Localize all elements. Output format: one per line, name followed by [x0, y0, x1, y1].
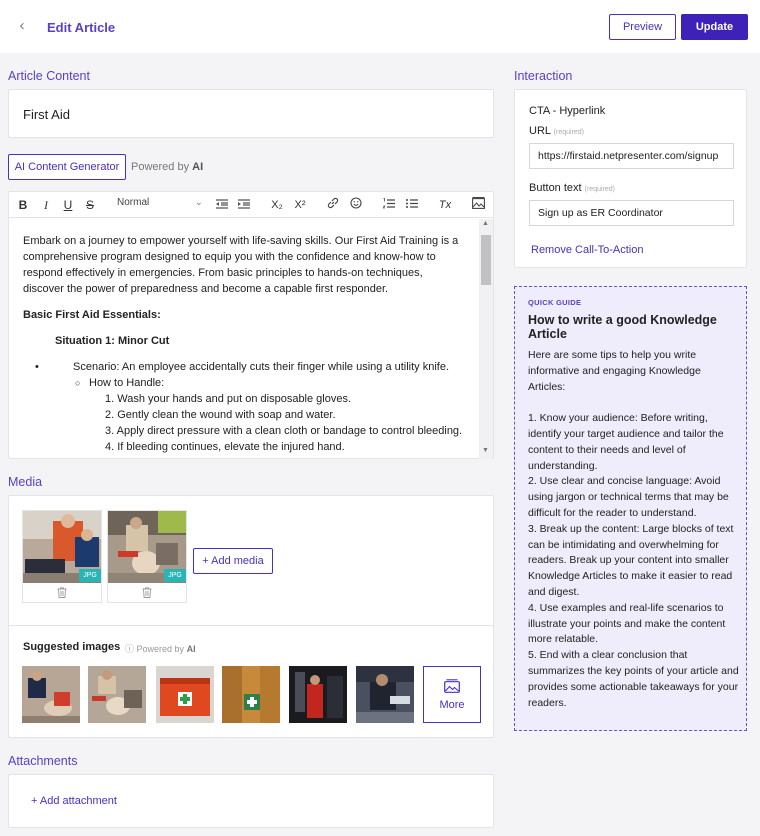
button-text-input[interactable]: Sign up as ER Coordinator	[529, 200, 734, 226]
list-item: 3. Apply direct pressure with a clean cl…	[105, 425, 463, 437]
url-input[interactable]: https://firstaid.netpresenter.com/signup	[529, 143, 734, 169]
editor-content[interactable]: Embark on a journey to empower yourself …	[9, 219, 477, 459]
media-label: Media	[8, 475, 43, 489]
article-content-label: Article Content	[8, 69, 90, 83]
interaction-label: Interaction	[514, 69, 573, 83]
more-label: More	[439, 699, 465, 711]
add-attachment-button[interactable]: + Add attachment	[31, 795, 117, 807]
jpg-badge: JPG	[79, 569, 101, 582]
editor-toolbar: B I U S Normal ⌄ X₂ X² Tx	[9, 192, 493, 218]
guide-tip: 3. Break up the content: Large blocks of…	[528, 522, 734, 598]
guide-spacer	[528, 395, 740, 411]
ai-brand: AI	[192, 161, 204, 173]
add-media-button[interactable]: + Add media	[193, 548, 273, 574]
url-label-text: URL	[529, 125, 551, 137]
guide-tip: 2. Use clear and concise language: Avoid…	[528, 475, 729, 519]
intro-paragraph: Embark on a journey to empower yourself …	[23, 235, 459, 295]
jpg-badge: JPG	[164, 569, 186, 582]
editor-scrollbar[interactable]: ▲ ▼	[479, 219, 493, 459]
guide-tip: 1. Know your audience: Before writing, i…	[528, 412, 724, 472]
list-item: 1. Wash your hands and put on disposable…	[105, 393, 352, 405]
italic-button[interactable]: I	[40, 197, 52, 213]
media-item[interactable]: JPG	[22, 510, 102, 603]
button-text-label-text: Button text	[529, 182, 582, 194]
powered-by-text: Powered by	[131, 161, 190, 173]
outdent-icon[interactable]	[215, 197, 229, 213]
content-subheading: Situation 1: Minor Cut	[55, 335, 170, 347]
emoji-icon[interactable]	[349, 197, 363, 213]
info-icon: ⓘ	[125, 644, 135, 654]
attachments-panel: + Add attachment	[8, 774, 494, 828]
attachments-label: Attachments	[8, 754, 78, 768]
scroll-down-icon[interactable]: ▼	[482, 447, 489, 454]
button-text-label: Button text (required)	[529, 182, 615, 194]
suggested-image[interactable]	[22, 666, 80, 723]
format-select[interactable]: Normal ⌄	[117, 197, 207, 213]
suggested-ai-brand: AI	[186, 644, 196, 654]
chevron-down-icon: ⌄	[194, 197, 203, 208]
more-images-button[interactable]: More	[423, 666, 481, 723]
format-select-value: Normal	[117, 197, 150, 208]
media-panel: JPG JPG + Add media Suggested images ⓘ P…	[8, 495, 494, 738]
suggested-image[interactable]	[222, 666, 280, 723]
quick-guide-eyebrow: QUICK GUIDE	[528, 298, 582, 307]
list-item: Scenario: An employee accidentally cuts …	[23, 359, 477, 375]
button-text-required-note: (required)	[584, 186, 616, 193]
article-title-value: First Aid	[23, 107, 70, 122]
ai-content-generator-button[interactable]: AI Content Generator	[8, 154, 126, 180]
suggested-image[interactable]	[88, 666, 146, 723]
guide-tip: 4. Use examples and real-life scenarios …	[528, 601, 726, 646]
strikethrough-button[interactable]: S	[84, 197, 96, 213]
suggested-image[interactable]	[356, 666, 414, 723]
trash-icon[interactable]	[142, 587, 152, 601]
list-item: 2. Gently clean the wound with soap and …	[105, 409, 336, 421]
bullet-list-icon[interactable]	[405, 197, 419, 213]
clear-format-button[interactable]: Tx	[437, 197, 453, 213]
quick-guide-title: How to write a good Knowledge Article	[528, 313, 717, 341]
preview-button[interactable]: Preview	[609, 14, 676, 40]
suggested-images-title: Suggested images	[23, 641, 121, 653]
superscript-button[interactable]: X²	[292, 197, 308, 213]
bold-button[interactable]: B	[17, 197, 29, 213]
subscript-button[interactable]: X₂	[269, 197, 285, 213]
top-bar: ‹ Edit Article Preview Update	[0, 0, 760, 53]
scroll-up-icon[interactable]: ▲	[482, 220, 489, 227]
suggested-powered-by: ⓘ Powered by AI	[125, 642, 196, 655]
suggested-powered-text: Powered by	[136, 644, 185, 654]
suggested-image[interactable]	[156, 666, 214, 723]
url-required-note: (required)	[553, 129, 585, 136]
quick-guide-body: Here are some tips to help you write inf…	[528, 348, 740, 711]
image-icon[interactable]	[471, 197, 485, 213]
remove-cta-link[interactable]: Remove Call-To-Action	[531, 244, 643, 256]
suggested-image[interactable]	[289, 666, 347, 723]
url-label: URL (required)	[529, 125, 584, 137]
underline-button[interactable]: U	[62, 197, 74, 213]
guide-tip: 5. End with a clear conclusion that summ…	[528, 649, 739, 709]
powered-by-ai: Powered by AI	[131, 161, 203, 173]
guide-intro: Here are some tips to help you write inf…	[528, 349, 701, 393]
interaction-panel: CTA - Hyperlink URL (required) https://f…	[514, 89, 747, 268]
update-button[interactable]: Update	[681, 14, 748, 40]
indent-icon[interactable]	[237, 197, 251, 213]
trash-icon[interactable]	[57, 587, 67, 601]
page-title: Edit Article	[47, 20, 116, 35]
cta-title: CTA - Hyperlink	[529, 105, 606, 117]
scrollbar-thumb[interactable]	[481, 235, 491, 285]
chevron-left-icon[interactable]: ‹	[14, 17, 30, 35]
image-gallery-icon	[444, 679, 460, 693]
divider	[9, 625, 493, 626]
media-item[interactable]: JPG	[107, 510, 187, 603]
link-icon[interactable]	[326, 197, 340, 213]
list-item: 4. If bleeding continues, elevate the in…	[105, 441, 345, 453]
list-item: How to Handle:	[23, 375, 477, 391]
ordered-list-icon[interactable]	[382, 197, 396, 213]
content-heading: Basic First Aid Essentials:	[23, 309, 161, 321]
rich-text-editor[interactable]: B I U S Normal ⌄ X₂ X² Tx Embark on a jo…	[8, 191, 494, 459]
quick-guide-panel: QUICK GUIDE How to write a good Knowledg…	[514, 286, 747, 731]
article-title-input[interactable]: First Aid	[8, 89, 494, 138]
